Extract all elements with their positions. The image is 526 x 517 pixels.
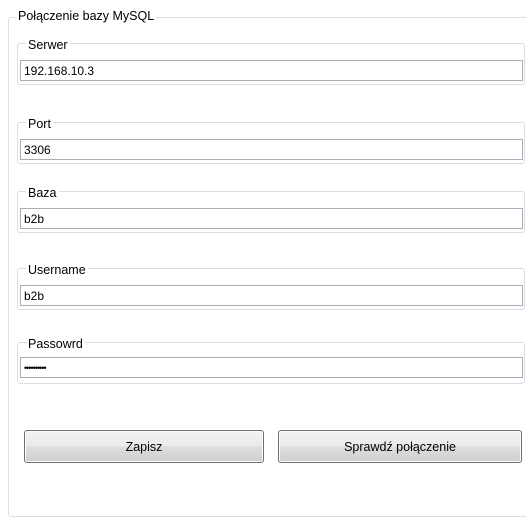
port-label: Port (26, 116, 53, 132)
port-input[interactable] (20, 139, 523, 160)
password-label: Passowrd (26, 336, 85, 352)
mysql-connection-group-title: Połączenie bazy MySQL (16, 8, 157, 24)
database-input[interactable] (20, 208, 523, 229)
server-label: Serwer (26, 37, 70, 53)
password-input[interactable] (20, 357, 523, 378)
save-button[interactable]: Zapisz (24, 430, 264, 463)
username-input[interactable] (20, 285, 523, 306)
database-label: Baza (26, 185, 59, 201)
test-connection-button[interactable]: Sprawdź połączenie (278, 430, 522, 463)
username-label: Username (26, 262, 88, 278)
server-input[interactable] (20, 60, 523, 81)
